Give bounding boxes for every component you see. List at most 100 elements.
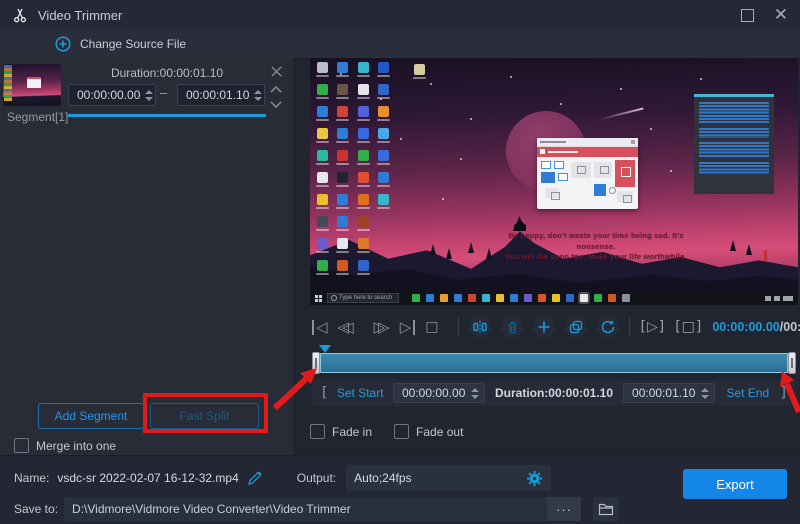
desktop-icon bbox=[314, 194, 331, 214]
star-graphic bbox=[510, 76, 512, 78]
skip-to-start-button[interactable]: ◁ bbox=[312, 320, 328, 335]
change-source-file-button[interactable]: Change Source File bbox=[0, 30, 800, 59]
desktop-icon bbox=[376, 128, 393, 148]
spinner-down-icon[interactable] bbox=[701, 395, 709, 399]
close-button[interactable]: ✕ bbox=[774, 7, 788, 24]
taskbar-tray bbox=[765, 296, 793, 301]
copy-button[interactable] bbox=[565, 316, 587, 338]
desktop-icon bbox=[335, 238, 352, 258]
step-backward-button[interactable]: ◁◁ bbox=[338, 320, 354, 335]
checkbox-box[interactable] bbox=[14, 438, 29, 453]
annotation-arrow-left bbox=[270, 366, 320, 412]
taskbar-app-icon bbox=[412, 294, 420, 302]
segment-thumbnail[interactable] bbox=[3, 64, 61, 106]
edit-name-icon[interactable] bbox=[247, 470, 263, 486]
move-down-icon[interactable] bbox=[268, 98, 284, 112]
set-start-button[interactable]: Set Start bbox=[333, 386, 387, 400]
set-end-button[interactable]: Set End bbox=[721, 386, 775, 400]
desktop-icon bbox=[335, 194, 352, 214]
move-up-icon[interactable] bbox=[268, 82, 284, 96]
merge-into-one-checkbox[interactable]: Merge into one bbox=[14, 438, 116, 453]
timeline-track[interactable] bbox=[320, 353, 788, 373]
tree-graphic bbox=[430, 244, 436, 255]
desktop-icon bbox=[314, 238, 331, 258]
checkbox-box[interactable] bbox=[394, 424, 409, 439]
taskbar-app-icon bbox=[468, 294, 476, 302]
star-graphic bbox=[700, 78, 702, 80]
add-button[interactable] bbox=[533, 316, 555, 338]
video-preview[interactable]: Be happy, don't waste your time being sa… bbox=[310, 58, 798, 305]
taskbar-app-icon bbox=[454, 294, 462, 302]
desktop-icon-lone bbox=[410, 64, 428, 79]
fade-in-checkbox[interactable]: Fade in bbox=[310, 424, 372, 439]
star-graphic bbox=[430, 83, 432, 85]
taskbar-app-icon bbox=[566, 294, 574, 302]
desktop-icon bbox=[314, 128, 331, 148]
segment-duration-label: Duration:00:00:01.10 bbox=[68, 66, 266, 80]
skip-to-end-button[interactable]: ▷ bbox=[400, 320, 416, 335]
spinner-down-icon[interactable] bbox=[471, 395, 479, 399]
delete-button[interactable] bbox=[501, 316, 523, 338]
star-graphic bbox=[650, 128, 652, 130]
spinner-down-icon[interactable] bbox=[254, 97, 262, 101]
fade-options: Fade in Fade out bbox=[310, 424, 463, 439]
export-button[interactable]: Export bbox=[683, 469, 787, 499]
desktop-icon bbox=[355, 128, 372, 148]
desktop-icon bbox=[376, 194, 393, 214]
reset-button[interactable] bbox=[597, 316, 619, 338]
spinner-up-icon[interactable] bbox=[145, 90, 153, 94]
notes-panel bbox=[694, 94, 774, 194]
open-folder-button[interactable] bbox=[593, 497, 619, 521]
trim-end-value: 00:00:01.10 bbox=[624, 386, 696, 400]
spinner-up-icon[interactable] bbox=[701, 388, 709, 392]
spinner-up-icon[interactable] bbox=[254, 90, 262, 94]
trim-end-input[interactable]: 00:00:01.10 bbox=[623, 383, 715, 403]
browse-button[interactable]: ··· bbox=[547, 497, 581, 521]
desktop-icon bbox=[376, 150, 393, 170]
desktop-icon bbox=[376, 238, 393, 258]
taskbar-icons bbox=[412, 294, 630, 302]
trim-start-input[interactable]: 00:00:00.00 bbox=[393, 383, 485, 403]
file-name-value: vsdc-sr 2022-02-07 16-12-32.mp4 bbox=[57, 471, 238, 485]
desktop-icon bbox=[314, 150, 331, 170]
split-button[interactable] bbox=[469, 316, 491, 338]
segment-end-input[interactable]: 00:00:01.10 bbox=[177, 84, 265, 106]
fade-out-checkbox[interactable]: Fade out bbox=[394, 424, 463, 439]
save-path-field[interactable]: D:\Vidmore\Vidmore Video Converter\Video… bbox=[64, 497, 581, 521]
spinner-down-icon[interactable] bbox=[145, 97, 153, 101]
output-bar: Name: vsdc-sr 2022-02-07 16-12-32.mp4 Ou… bbox=[0, 455, 800, 524]
desktop-icon bbox=[355, 62, 372, 82]
add-segment-button[interactable]: Add Segment bbox=[38, 403, 144, 429]
magnifier-icon bbox=[331, 295, 337, 301]
trim-timeline[interactable] bbox=[312, 352, 796, 374]
scissors-icon bbox=[12, 7, 28, 23]
desktop-icon bbox=[335, 260, 352, 280]
start-button-icon bbox=[315, 295, 322, 302]
desktop-icon bbox=[335, 128, 352, 148]
window-title: Video Trimmer bbox=[38, 8, 122, 23]
checkbox-box[interactable] bbox=[310, 424, 325, 439]
icon-square bbox=[414, 64, 425, 75]
step-forward-button[interactable]: ▷▷ bbox=[374, 320, 390, 335]
range-dash: – bbox=[160, 85, 167, 100]
shooting-star-graphic bbox=[598, 107, 643, 120]
preview-segment-button[interactable]: [▷] bbox=[640, 319, 665, 335]
segment-start-input[interactable]: 00:00:00.00 bbox=[68, 84, 156, 106]
maximize-button[interactable] bbox=[741, 9, 754, 22]
stop-button[interactable]: □ bbox=[425, 320, 438, 334]
desktop-icon bbox=[376, 260, 393, 280]
tree-graphic bbox=[486, 248, 492, 259]
quote-line-2: You will die soon too. Make your life wo… bbox=[496, 252, 696, 263]
desktop-icon bbox=[314, 260, 331, 280]
desktop-icon-grid bbox=[314, 62, 392, 280]
output-settings-gear-icon[interactable] bbox=[526, 470, 543, 487]
left-bracket: [ bbox=[322, 385, 327, 401]
desktop-icon bbox=[376, 84, 393, 104]
desktop-icon bbox=[335, 150, 352, 170]
output-format-select[interactable]: Auto;24fps bbox=[346, 465, 551, 491]
annotation-arrow-right bbox=[772, 366, 800, 414]
delete-segment-icon[interactable] bbox=[268, 64, 284, 78]
spinner-up-icon[interactable] bbox=[471, 388, 479, 392]
preview-stop-button[interactable]: [□] bbox=[675, 319, 702, 335]
output-format-value: Auto;24fps bbox=[354, 471, 526, 485]
